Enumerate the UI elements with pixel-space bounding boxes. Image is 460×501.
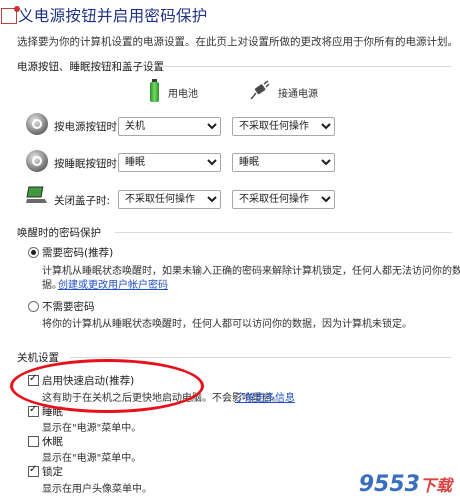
lock-checkbox[interactable] [28,464,39,477]
hibernate-checkbox[interactable] [28,436,39,447]
no-password-radio[interactable] [28,301,39,312]
battery-icon [150,79,159,102]
power-button-icon [26,113,48,135]
hibernate-option-title: 休眠 [42,436,63,448]
learn-more-link[interactable]: 了解更多信息 [235,389,295,404]
sleep-checkbox[interactable] [28,404,39,417]
no-password-desc: 将你的计算机从睡眠状态唤醒时，任何人都可以访问你的数据，因为计算机未锁定。 [42,319,412,330]
sleep-button-label: 按睡眠按钮时: [54,158,121,170]
annotation-circle [10,359,204,413]
change-password-link[interactable]: 创建或更改用户帐户密码 [58,276,168,291]
lid-close-label: 关闭盖子时: [54,195,111,207]
password-section-heading: 唤醒时的密码保护 [17,227,101,239]
lid-close-battery-select[interactable]: 不采取任何操作 [118,190,221,209]
section-divider [115,232,452,233]
section-divider [70,357,452,358]
power-button-label: 按电源按钮时: [54,121,121,133]
sleep-button-icon [26,150,48,172]
no-password-title: 不需要密码 [42,301,95,313]
power-button-plugged-select[interactable]: 不采取任何操作 [232,117,335,136]
hibernate-option-desc: 显示在"电源"菜单中。 [42,453,142,464]
laptop-lid-icon [26,186,47,203]
lock-option-title: 锁定 [42,466,63,478]
require-password-desc-1: 计算机从睡眠状态唤醒时，如果未输入正确的密码来解除计算机锁定，任何人都无法访问你… [42,266,460,277]
power-button-battery-select[interactable]: 关机 [118,117,221,136]
site-watermark: 9553下载 [358,472,452,497]
lock-option-desc: 显示在用户头像菜单中。 [42,484,152,495]
buttons-section-heading: 电源按钮、睡眠按钮和盖子设置 [17,61,164,73]
require-password-title: 需要密码(推荐) [42,247,114,259]
column-battery: 用电池 [168,89,198,100]
title-icon [1,6,20,24]
require-password-radio[interactable] [28,247,39,258]
page-title: 义电源按钮并启用密码保护 [18,7,208,25]
column-plugged: 接通电源 [278,89,318,100]
sleep-button-plugged-select[interactable]: 睡眠 [232,153,335,172]
intro-text: 选择要为你的计算机设置的电源设置。在此页上对设置所做的更改将应用于你所有的电源计… [17,36,458,48]
sleep-button-battery-select[interactable]: 睡眠 [118,153,221,172]
section-divider [160,66,452,67]
plug-icon [250,80,270,100]
lid-close-plugged-select[interactable]: 不采取任何操作 [232,190,335,209]
sleep-option-desc: 显示在"电源"菜单中。 [42,423,142,434]
